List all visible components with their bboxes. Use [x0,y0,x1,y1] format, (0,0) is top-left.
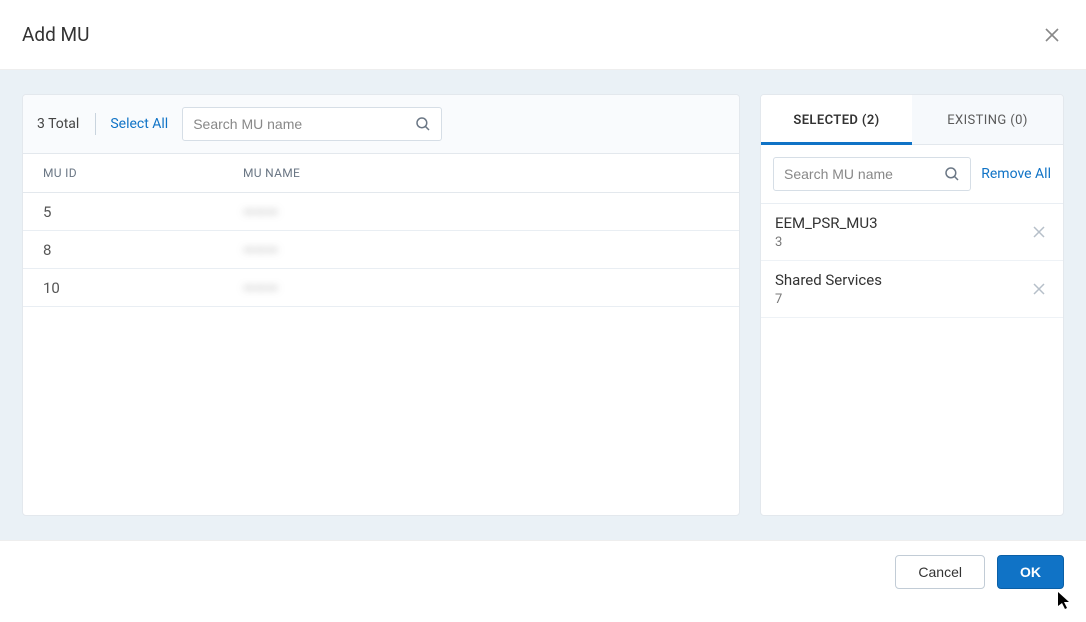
selected-mu-id: 7 [775,292,882,307]
table-row[interactable]: 10 ——— [23,269,739,307]
cell-mu-id: 8 [43,241,243,259]
select-all-link[interactable]: Select All [110,116,168,132]
remove-item-icon[interactable] [1029,279,1049,299]
available-mu-panel: 3 Total Select All MU ID MU NAME 5 ——— 8… [22,94,740,516]
cancel-button[interactable]: Cancel [895,555,985,589]
selected-mu-panel: SELECTED (2) EXISTING (0) Remove All EEM… [760,94,1064,516]
close-icon[interactable] [1040,23,1064,47]
cell-mu-id: 5 [43,203,243,221]
column-mu-name: MU NAME [243,166,719,180]
table-row[interactable]: 8 ——— [23,231,739,269]
selected-mu-name: Shared Services [775,271,882,289]
table-row[interactable]: 5 ——— [23,193,739,231]
remove-item-icon[interactable] [1029,222,1049,242]
cell-mu-name: ——— [243,203,719,221]
ok-button[interactable]: OK [997,555,1064,589]
search-mu-input[interactable] [182,107,442,141]
list-item: Shared Services 7 [761,261,1063,318]
modal-title: Add MU [22,23,89,46]
search-icon[interactable] [939,161,965,187]
column-mu-id: MU ID [43,166,243,180]
cell-mu-id: 10 [43,279,243,297]
divider [95,113,96,135]
cell-mu-name: ——— [243,279,719,297]
remove-all-link[interactable]: Remove All [981,166,1051,182]
cell-mu-name: ——— [243,241,719,259]
tab-selected[interactable]: SELECTED (2) [761,95,912,144]
selected-mu-name: EEM_PSR_MU3 [775,214,878,232]
search-icon[interactable] [410,111,436,137]
list-item: EEM_PSR_MU3 3 [761,204,1063,261]
tab-existing[interactable]: EXISTING (0) [912,95,1063,144]
selected-mu-id: 3 [775,235,878,250]
total-count-label: 3 Total [35,116,81,132]
